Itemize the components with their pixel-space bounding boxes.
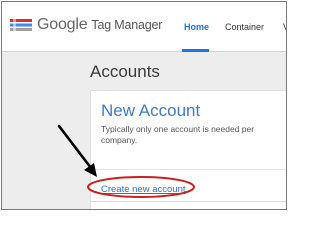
- tag-manager-logo-icon: [10, 17, 32, 33]
- page-title: Accounts: [90, 62, 160, 81]
- nav-more[interactable]: V: [283, 22, 286, 32]
- top-bar: GoogleTag Manager Home Container V: [2, 2, 286, 52]
- nav-container[interactable]: Container: [225, 22, 264, 32]
- card-footer-divider: [91, 201, 286, 202]
- create-new-account-link[interactable]: Create new account: [101, 184, 186, 195]
- screenshot-frame: GoogleTag Manager Home Container V Accou…: [1, 1, 287, 210]
- card-description: Typically only one account is needed per…: [101, 124, 255, 145]
- brand: Google Tag Manager: [37, 16, 162, 34]
- brand-google: Google: [37, 16, 88, 33]
- main-content: Accounts New Account Typically only one …: [2, 52, 286, 209]
- card-divider: [91, 169, 286, 170]
- brand-product: Tag Manager: [91, 18, 163, 32]
- new-account-card: New Account Typically only one account i…: [90, 90, 286, 209]
- nav-home[interactable]: Home: [184, 22, 209, 32]
- card-title: New Account: [101, 101, 201, 120]
